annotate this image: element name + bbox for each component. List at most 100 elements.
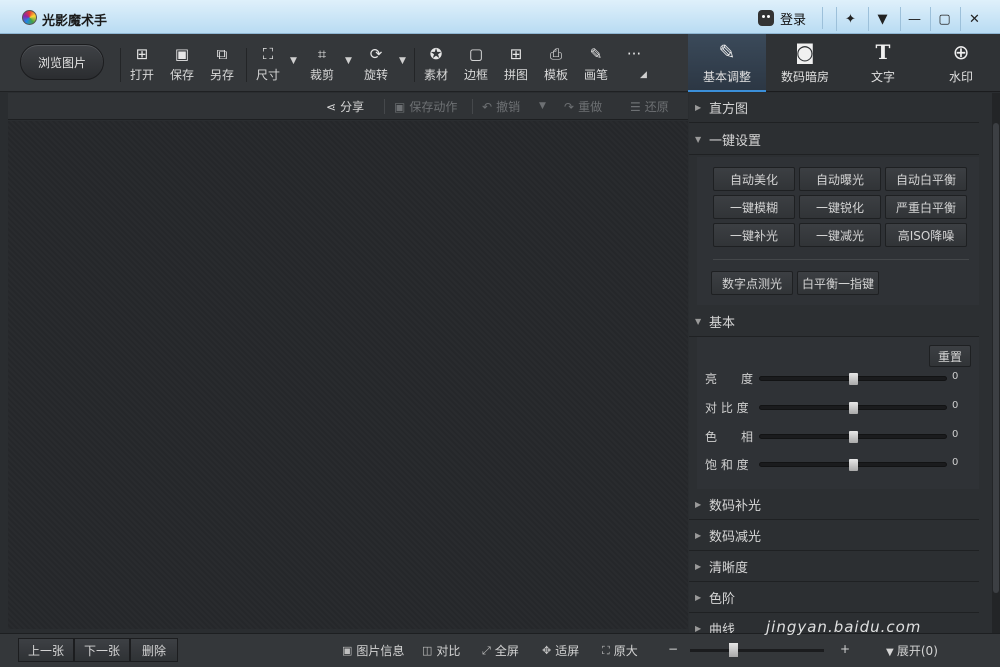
section-digital-reduce-light[interactable]: ▶ 数码减光 <box>689 521 979 551</box>
section-levels[interactable]: ▶ 色阶 <box>689 583 979 613</box>
resize-label: 尺寸 <box>255 68 280 82</box>
resize-dropdown-icon[interactable]: ▼ <box>290 56 297 66</box>
one-click-blur-button[interactable]: 一键模糊 <box>713 195 795 219</box>
open-button[interactable]: ⊞ 打开 <box>122 44 162 86</box>
share-button[interactable]: ⋖ 分享 <box>326 98 364 115</box>
auto-white-balance-button[interactable]: 自动白平衡 <box>885 167 967 191</box>
expand-arrow-icon: ▶ <box>695 562 702 571</box>
scrollbar-thumb[interactable] <box>993 123 999 593</box>
maximize-button[interactable]: ▢ <box>930 7 958 31</box>
zoom-out-button[interactable]: − <box>668 642 678 656</box>
undo-dropdown-icon[interactable]: ▼ <box>539 101 546 111</box>
collapse-arrow-icon: ▼ <box>695 317 702 326</box>
contrast-slider-thumb[interactable] <box>848 402 858 414</box>
undo-label: 撤销 <box>496 100 521 114</box>
digital-spot-metering-button[interactable]: 数字点测光 <box>711 271 793 295</box>
crop-dropdown-icon[interactable]: ▼ <box>345 56 352 66</box>
frame-button[interactable]: ▢ 边框 <box>456 44 496 86</box>
camera-icon: ◙ <box>795 40 815 64</box>
zoom-in-button[interactable]: + <box>840 642 850 656</box>
image-info-button[interactable]: ▣ 图片信息 <box>342 642 404 659</box>
collage-button[interactable]: ⊞ 拼图 <box>496 44 536 86</box>
white-balance-one-finger-button[interactable]: 白平衡一指键 <box>797 271 879 295</box>
section-title: 基本 <box>709 316 736 331</box>
hue-slider-thumb[interactable] <box>848 431 858 443</box>
crop-icon: ⌗ <box>317 45 327 63</box>
resize-button[interactable]: ⛶ 尺寸 <box>248 44 288 86</box>
fit-screen-button[interactable]: ✥ 适屏 <box>542 642 579 659</box>
expand-arrow-icon: ▶ <box>695 593 702 602</box>
one-click-reduce-light-button[interactable]: 一键减光 <box>799 223 881 247</box>
tab-watermark[interactable]: ⊕ 水印 <box>922 34 1000 92</box>
save-button[interactable]: ▣ 保存 <box>162 44 202 86</box>
expand-arrow-icon: ▶ <box>695 624 702 633</box>
section-clarity[interactable]: ▶ 清晰度 <box>689 552 979 582</box>
expand-filmstrip-button[interactable]: ▼ 展开(0) <box>886 642 938 659</box>
compare-icon: ◫ <box>422 644 433 657</box>
brush-icon: ✎ <box>589 45 603 63</box>
title-bar: 光影魔术手 登录 ✦ ▼ — ▢ ✕ <box>0 0 1000 34</box>
collage-label: 拼图 <box>503 68 528 82</box>
skin-icon[interactable]: ✦ <box>836 7 864 31</box>
compare-button[interactable]: ◫ 对比 <box>422 642 460 659</box>
fullscreen-button[interactable]: ⤢ 全屏 <box>482 642 519 659</box>
close-button[interactable]: ✕ <box>960 7 988 31</box>
saturation-slider-thumb[interactable] <box>848 459 858 471</box>
restore-button[interactable]: ☰ 还原 <box>630 98 669 115</box>
next-image-button[interactable]: 下一张 <box>74 638 130 662</box>
image-canvas[interactable] <box>8 121 688 629</box>
rotate-dropdown-icon[interactable]: ▼ <box>399 56 406 66</box>
rotate-label: 旋转 <box>363 68 388 82</box>
section-digital-fill-light[interactable]: ▶ 数码补光 <box>689 490 979 520</box>
expand-arrow-icon: ▶ <box>695 500 702 509</box>
save-as-button[interactable]: ⧉ 另存 <box>202 44 242 86</box>
template-button[interactable]: ⎙ 模板 <box>536 44 576 86</box>
menu-icon[interactable]: ▼ <box>868 7 896 31</box>
login-button[interactable]: 登录 <box>758 7 824 29</box>
section-histogram[interactable]: ▶ 直方图 <box>689 93 979 123</box>
original-size-icon: ⛶ <box>602 643 610 657</box>
one-click-fill-light-button[interactable]: 一键补光 <box>713 223 795 247</box>
sticker-label: 素材 <box>423 68 448 82</box>
sticker-button[interactable]: ✪ 素材 <box>416 44 456 86</box>
toolbar-expand-icon[interactable]: ◢ <box>640 70 647 80</box>
expand-arrow-icon: ▶ <box>695 103 702 112</box>
original-size-button[interactable]: ⛶ 原大 <box>602 642 638 659</box>
crop-button[interactable]: ⌗ 裁剪 <box>302 44 342 86</box>
divider <box>472 99 473 114</box>
divider <box>713 259 969 260</box>
divider <box>384 99 385 114</box>
severe-white-balance-button[interactable]: 严重白平衡 <box>885 195 967 219</box>
browse-images-button[interactable]: 浏览图片 <box>20 44 104 80</box>
auto-beautify-button[interactable]: 自动美化 <box>713 167 795 191</box>
zoom-slider-thumb[interactable] <box>729 643 738 657</box>
brush-label: 画笔 <box>583 68 608 82</box>
redo-button[interactable]: ↷ 重做 <box>564 98 602 115</box>
expand-arrow-icon: ▶ <box>695 531 702 540</box>
brush-button[interactable]: ✎ 画笔 <box>576 44 616 86</box>
rotate-button[interactable]: ⟳ 旋转 <box>356 44 396 86</box>
edit-actions-bar: ⋖ 分享 ▣ 保存动作 ↶ 撤销 ▼ ↷ 重做 ☰ 还原 <box>8 93 688 120</box>
contrast-value: 0 <box>952 400 959 411</box>
mode-tabs: ✎ 基本调整 ◙ 数码暗房 T 文字 ⊕ 水印 <box>688 34 1000 92</box>
delete-button[interactable]: 删除 <box>130 638 178 662</box>
reset-button[interactable]: 重置 <box>929 345 971 367</box>
adjust-panel: ▶ 直方图 ▼ 一键设置 自动美化 自动曝光 自动白平衡 一键模糊 一键锐化 严… <box>689 93 992 633</box>
panel-scrollbar[interactable] <box>992 93 1000 633</box>
auto-exposure-button[interactable]: 自动曝光 <box>799 167 881 191</box>
undo-button[interactable]: ↶ 撤销 <box>482 98 520 115</box>
tab-text[interactable]: T 文字 <box>844 34 922 92</box>
tab-basic-adjust[interactable]: ✎ 基本调整 <box>688 34 766 92</box>
one-click-sharpen-button[interactable]: 一键锐化 <box>799 195 881 219</box>
section-one-click[interactable]: ▼ 一键设置 <box>689 125 979 155</box>
save-action-button[interactable]: ▣ 保存动作 <box>394 98 457 115</box>
text-icon: T <box>875 40 891 64</box>
brightness-slider-thumb[interactable] <box>848 373 858 385</box>
high-iso-denoise-button[interactable]: 高ISO降噪 <box>885 223 967 247</box>
more-tools-button[interactable]: ··· <box>614 44 654 86</box>
minimize-button[interactable]: — <box>900 7 928 31</box>
tab-digital-darkroom[interactable]: ◙ 数码暗房 <box>766 34 844 92</box>
previous-image-button[interactable]: 上一张 <box>18 638 74 662</box>
section-basic[interactable]: ▼ 基本 <box>689 307 979 337</box>
zoom-slider[interactable] <box>690 649 824 652</box>
